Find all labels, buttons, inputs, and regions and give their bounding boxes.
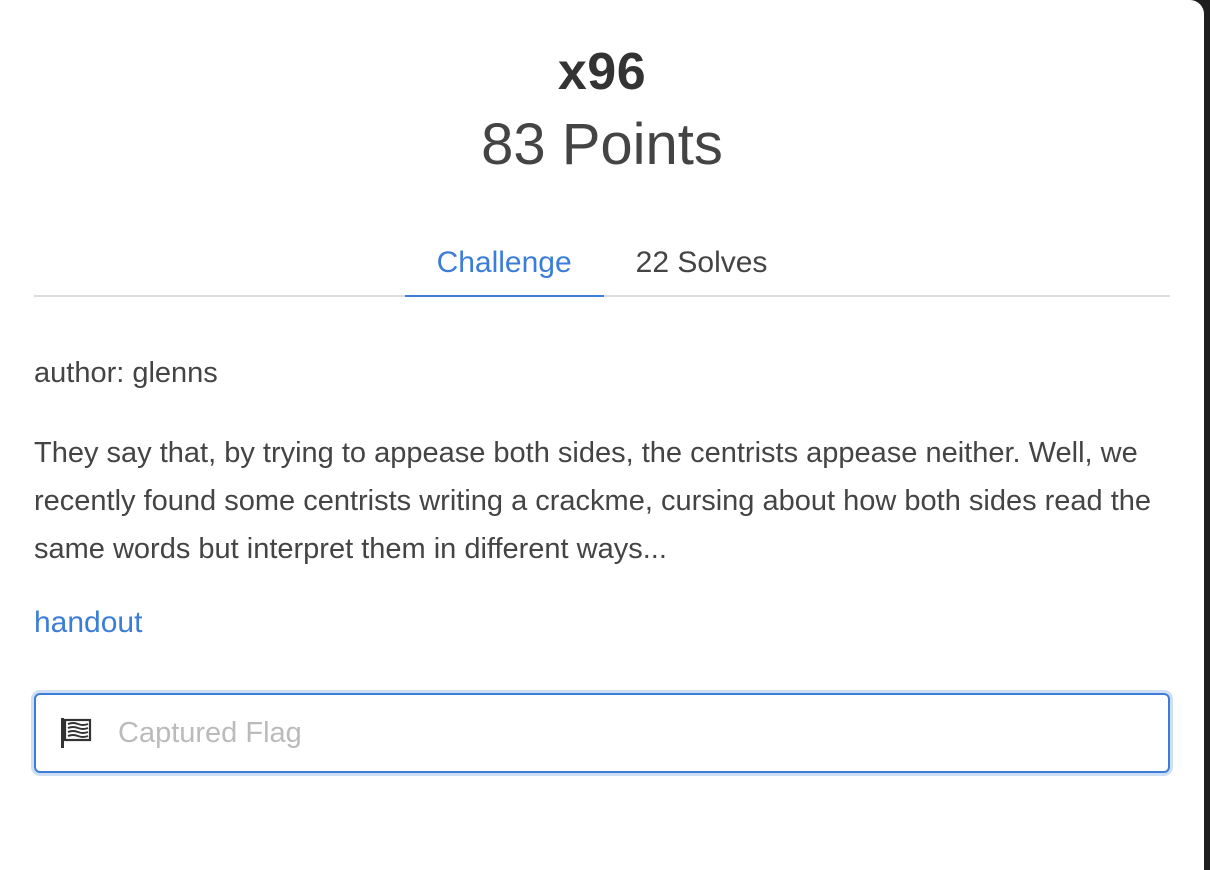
handout-link[interactable]: handout [34, 603, 142, 643]
tab-bar: Challenge 22 Solves [34, 233, 1170, 297]
flag-input[interactable] [116, 702, 1168, 764]
flag-icon [58, 715, 94, 751]
challenge-modal: x96 83 Points Challenge 22 Solves author… [0, 0, 1204, 870]
challenge-description: They say that, by trying to appease both… [34, 437, 1152, 565]
challenge-name: x96 [557, 43, 647, 101]
tab-challenge[interactable]: Challenge [404, 233, 604, 297]
challenge-author: author: glenns [34, 357, 218, 389]
tab-solves[interactable]: 22 Solves [604, 233, 800, 297]
flag-input-group[interactable] [34, 693, 1170, 773]
challenge-points: 83 Points [481, 112, 723, 177]
